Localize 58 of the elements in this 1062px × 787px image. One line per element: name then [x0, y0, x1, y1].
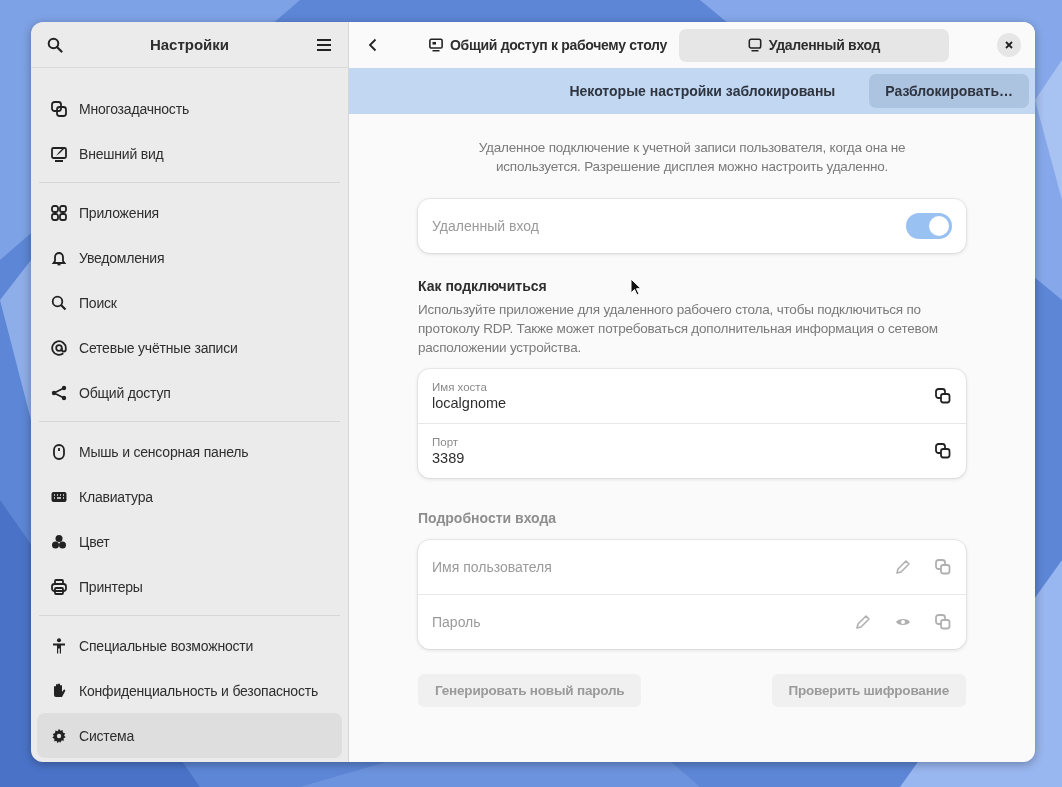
at-sign-icon	[51, 339, 67, 356]
monitor-brush-icon	[51, 145, 67, 162]
menu-icon	[316, 36, 332, 53]
view-tab[interactable]: Удаленный вход	[678, 28, 949, 62]
field-title: Имя хоста	[432, 381, 488, 393]
close-button[interactable]	[997, 33, 1021, 57]
sidebar-item[interactable]: Внешний вид	[37, 131, 342, 176]
sidebar-item[interactable]: Приложения	[37, 190, 342, 235]
description-text: Удаленное подключение к учетной записи пользователя, когда она не используется. Разрешение дисплея можно настроить удаленно.	[477, 139, 907, 176]
monitor-icon	[747, 38, 762, 52]
copy-icon	[935, 614, 951, 630]
copy-icon	[935, 559, 951, 575]
field-title: Порт	[432, 436, 460, 448]
remote-desktop-icon	[429, 38, 443, 52]
banner-message: Некоторые настройки заблокированы	[569, 83, 836, 99]
switch-label: Удаленный вход	[432, 218, 539, 234]
sidebar-item[interactable]: Специальные возможности	[37, 623, 342, 668]
copy-button[interactable]	[934, 387, 952, 405]
mouse-pointer-icon	[630, 278, 642, 296]
bell-icon	[51, 249, 67, 266]
sidebar-item[interactable]: Клавиатура	[37, 474, 342, 519]
section-heading: Как подключиться	[418, 278, 547, 294]
copy-icon	[935, 443, 951, 459]
unlock-button[interactable]: Разблокировать…	[869, 74, 1029, 108]
copy-icon	[935, 388, 951, 404]
copy-button[interactable]	[934, 442, 952, 460]
printer-icon	[51, 578, 67, 595]
mouse-icon	[51, 443, 67, 460]
pencil-icon	[895, 559, 911, 575]
section-heading: Подробности входа	[418, 510, 557, 526]
close-icon	[1004, 40, 1014, 50]
share-icon	[51, 384, 67, 401]
windows-icon	[51, 100, 67, 117]
sidebar-item[interactable]: Сетевые учётные записи	[37, 325, 342, 370]
sidebar-item[interactable]: Мышь и сенсорная панель	[37, 429, 342, 474]
sidebar-item[interactable]: Уведомления	[37, 235, 342, 280]
pencil-icon	[855, 614, 871, 630]
sidebar-title: Настройки	[149, 36, 230, 53]
instructions-text: Используйте приложение для удаленного рабочего стола, чтобы подключиться по протоколу RDP. Также может потребоваться дополнительная информация о сетевом расположении устройства.	[418, 301, 939, 357]
view-tab[interactable]: Общий доступ к рабочему столу	[429, 28, 667, 62]
sidebar-item[interactable]: Цвет	[37, 519, 342, 564]
field-value: localgnome	[432, 395, 507, 411]
sidebar-item[interactable]: Система	[37, 713, 342, 758]
sidebar-item[interactable]: Поиск	[37, 280, 342, 325]
sidebar-item[interactable]: Общий доступ	[37, 370, 342, 415]
sidebar-item[interactable]: Конфиденциальность и безопасность	[37, 668, 342, 713]
field-label: Имя пользователя	[432, 559, 552, 575]
search-icon	[51, 294, 67, 311]
sidebar-item[interactable]: Принтеры	[37, 564, 342, 609]
hand-icon	[51, 682, 67, 699]
color-circles-icon	[51, 533, 67, 550]
field-label: Пароль	[432, 614, 481, 630]
sidebar-item[interactable]: Многозадачность	[37, 86, 342, 131]
gear-icon	[51, 727, 67, 744]
field-value: 3389	[432, 450, 465, 466]
search-icon	[47, 36, 63, 53]
apps-grid-icon	[51, 204, 67, 221]
person-icon	[51, 637, 67, 654]
